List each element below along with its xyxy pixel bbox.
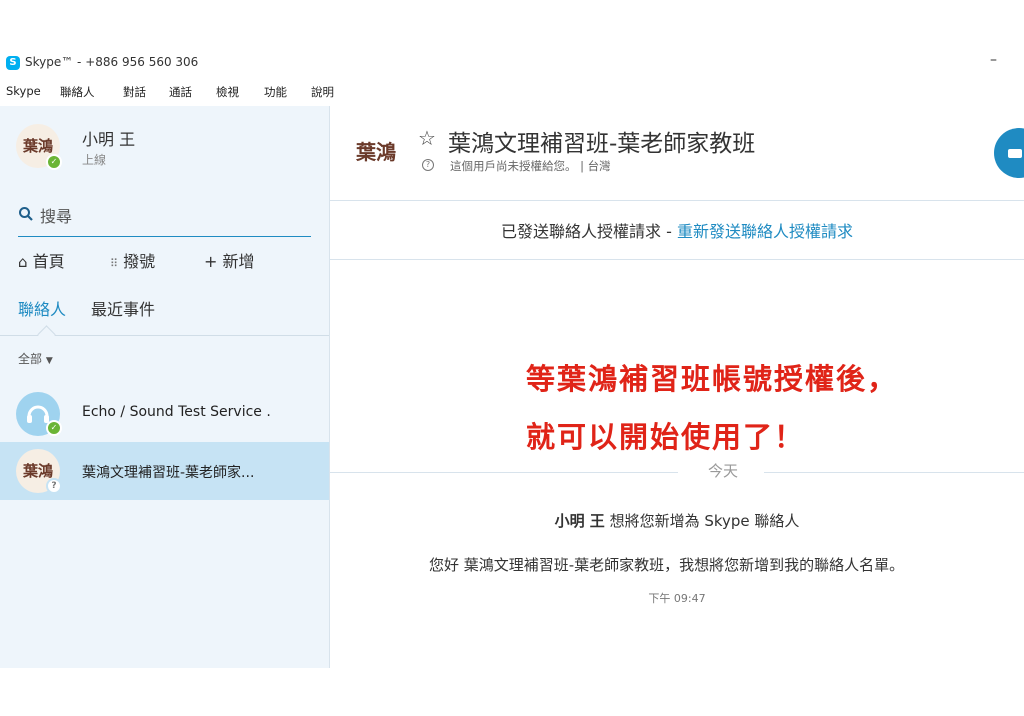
menu-call[interactable]: 通話 bbox=[169, 84, 192, 100]
home-label: 首頁 bbox=[32, 252, 65, 271]
conversation-subtitle: 這個用戶尚未授權給您。 | 台灣 bbox=[450, 159, 611, 173]
menu-skype[interactable]: Skype bbox=[6, 84, 41, 98]
header-divider bbox=[330, 200, 1024, 201]
auth-request-text: 已發送聯絡人授權請求 - bbox=[501, 222, 672, 241]
menu-help[interactable]: 說明 bbox=[311, 84, 334, 100]
filter-label: 全部 bbox=[18, 352, 43, 366]
menu-tools[interactable]: 功能 bbox=[264, 84, 287, 100]
home-icon: ⌂ bbox=[18, 253, 28, 271]
menu-conversations[interactable]: 對話 bbox=[123, 84, 146, 100]
auth-request-notice: 已發送聯絡人授權請求 - 重新發送聯絡人授權請求 bbox=[330, 218, 1024, 242]
conversation-title: 葉鴻文理補習班-葉老師家教班 bbox=[448, 131, 756, 157]
contact-name: 葉鴻文理補習班-葉老師家... bbox=[82, 465, 255, 481]
request-greeting: 您好 葉鴻文理補習班-葉老師家教班，我想將您新增到我的聯絡人名單。 bbox=[429, 556, 905, 574]
nav-row: ⌂ 首頁 ⠿ 撥號 + 新增 bbox=[18, 248, 318, 274]
menu-view[interactable]: 檢視 bbox=[216, 84, 239, 100]
plus-icon: + bbox=[204, 252, 218, 271]
help-icon: ? bbox=[422, 159, 434, 171]
annotation-line-2: 就可以開始使用了！ bbox=[526, 420, 806, 454]
contact-row-echo[interactable]: ✓ Echo / Sound Test Service . bbox=[0, 384, 329, 442]
contact-request-message: 小明 王 想將您新增為 Skype 聯絡人 bbox=[330, 510, 1024, 531]
online-status-icon: ✓ bbox=[46, 154, 62, 170]
pending-status-icon: ? bbox=[46, 478, 62, 494]
notice-divider bbox=[330, 259, 1024, 260]
add-label: 新增 bbox=[222, 252, 255, 271]
conversation-pane: 葉鴻 ☆ 葉鴻文理補習班-葉老師家教班 ? 這個用戶尚未授權給您。 | 台灣 已… bbox=[330, 106, 1024, 668]
message-timestamp: 下午 09:47 bbox=[648, 592, 706, 605]
search-input[interactable] bbox=[40, 202, 300, 230]
contact-name: Echo / Sound Test Service . bbox=[82, 404, 271, 420]
tab-recent[interactable]: 最近事件 bbox=[91, 296, 155, 320]
message-sender: 小明 王 bbox=[554, 512, 605, 530]
dial-label: 撥號 bbox=[123, 252, 156, 271]
caret-down-icon: ▼ bbox=[45, 356, 53, 366]
message-action: 想將您新增為 Skype 聯絡人 bbox=[609, 512, 800, 530]
skype-logo-icon: S bbox=[6, 56, 20, 70]
window-title: Skype™ - +886 956 560 306 bbox=[25, 55, 199, 69]
dialpad-icon: ⠿ bbox=[110, 257, 119, 270]
home-button[interactable]: ⌂ 首頁 bbox=[18, 248, 65, 272]
video-call-button[interactable] bbox=[994, 128, 1024, 178]
add-button[interactable]: + 新增 bbox=[204, 248, 255, 272]
conversation-avatar[interactable]: 葉鴻 bbox=[348, 124, 404, 180]
dial-button[interactable]: ⠿ 撥號 bbox=[110, 248, 155, 272]
tab-indicator bbox=[37, 325, 56, 344]
date-divider-left bbox=[330, 472, 678, 473]
resend-request-link[interactable]: 重新發送聯絡人授權請求 bbox=[677, 222, 853, 241]
minimize-button[interactable]: – bbox=[990, 52, 997, 68]
contact-row-yehong[interactable]: 葉鴻 ? 葉鴻文理補習班-葉老師家... bbox=[0, 442, 329, 500]
menu-bar: Skype 聯絡人 對話 通話 檢視 功能 說明 bbox=[0, 84, 1024, 102]
search-icon bbox=[19, 207, 33, 221]
sidebar: 葉鴻 ✓ 小明 王 上線 ⌂ 首頁 ⠿ 撥號 + 新增 聯絡人 最近事件 全部 … bbox=[0, 106, 330, 668]
annotation-line-1: 等葉鴻補習班帳號授權後， bbox=[526, 362, 899, 396]
star-icon[interactable]: ☆ bbox=[418, 126, 436, 150]
menu-contacts[interactable]: 聯絡人 bbox=[60, 84, 95, 100]
tab-contacts[interactable]: 聯絡人 bbox=[18, 296, 66, 320]
video-icon bbox=[1008, 149, 1022, 158]
date-divider-right bbox=[764, 472, 1024, 473]
contact-tabs: 聯絡人 最近事件 bbox=[18, 296, 318, 320]
search-box[interactable] bbox=[18, 202, 311, 237]
profile-status[interactable]: 上線 bbox=[82, 151, 106, 168]
date-separator: 今天 bbox=[708, 462, 739, 480]
title-bar: S Skype™ - +886 956 560 306 – bbox=[0, 52, 1024, 76]
profile-name[interactable]: 小明 王 bbox=[82, 126, 135, 150]
online-status-icon: ✓ bbox=[46, 420, 62, 436]
filter-dropdown[interactable]: 全部 ▼ bbox=[18, 350, 53, 367]
